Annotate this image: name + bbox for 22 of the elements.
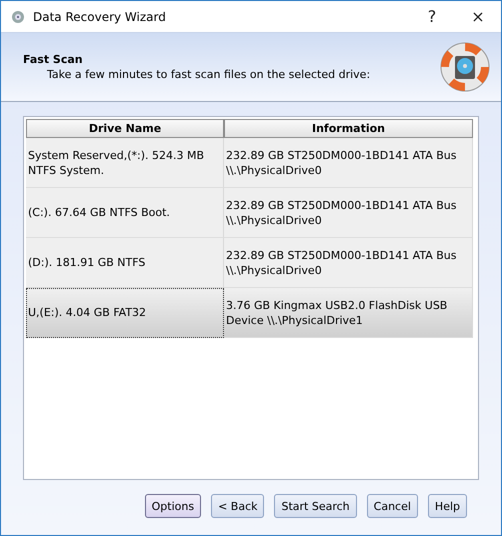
column-header[interactable]: Drive Name (26, 119, 224, 138)
disk-icon (11, 10, 25, 24)
drive-info-cell[interactable]: 232.89 GB ST250DM000-1BD141 ATA Bus \\.\PhysicalDrive0 (224, 138, 473, 188)
step-description: Take a few minutes to fast scan files on the selected drive: (46, 68, 372, 81)
wizard-button[interactable]: Cancel (366, 494, 418, 518)
lifebuoy-disk-icon (439, 41, 491, 93)
wizard-button[interactable]: Start Search (274, 494, 357, 518)
column-header[interactable]: Information (224, 119, 473, 138)
drive-info-cell[interactable]: 3.76 GB Kingmax USB2.0 FlashDisk USB Device \\.\PhysicalDrive1 (224, 288, 473, 338)
drive-info-cell[interactable]: 232.89 GB ST250DM000-1BD141 ATA Bus \\.\PhysicalDrive0 (224, 188, 473, 238)
drive-name-cell[interactable]: System Reserved,(*:). 524.3 MB NTFS System. (26, 138, 224, 188)
close-button[interactable]: × (455, 7, 501, 26)
drive-name-cell[interactable]: (C:). 67.64 GB NTFS Boot. (26, 188, 224, 238)
step-title: Fast Scan (23, 53, 84, 66)
wizard-button[interactable]: < Back (211, 494, 264, 518)
drive-info-cell[interactable]: 232.89 GB ST250DM000-1BD141 ATA Bus \\.\PhysicalDrive0 (224, 238, 473, 288)
help-button[interactable]: ? (409, 7, 455, 26)
wizard-button[interactable]: Help (428, 494, 467, 518)
wizard-button[interactable]: Options (144, 494, 202, 518)
drive-name-cell[interactable]: U,(E:). 4.04 GB FAT32 (26, 288, 224, 338)
window-title: Data Recovery Wizard (33, 10, 167, 24)
drive-name-cell[interactable]: (D:). 181.91 GB NTFS (26, 238, 224, 288)
